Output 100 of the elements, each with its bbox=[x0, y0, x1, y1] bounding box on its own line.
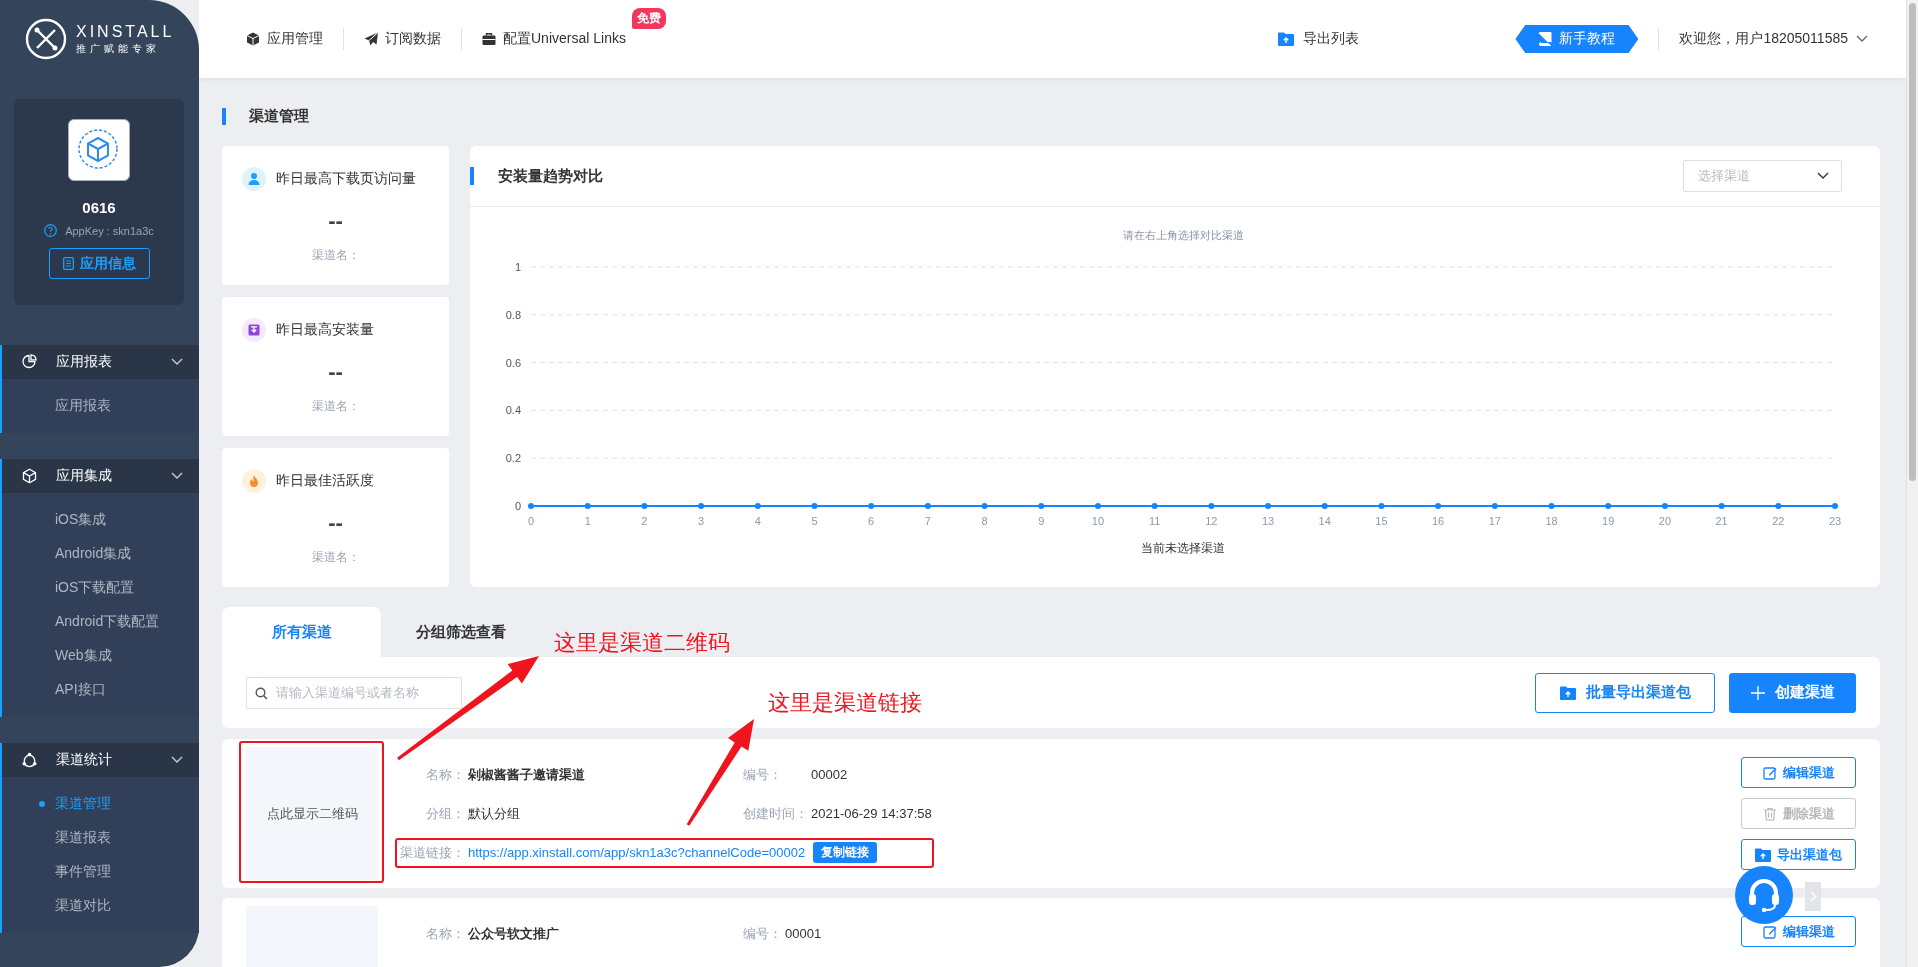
annotation-text: 这里是渠道链接 bbox=[768, 690, 922, 716]
chevron-down-icon bbox=[1817, 172, 1829, 180]
data-point bbox=[698, 503, 705, 509]
tab[interactable]: 所有渠道 bbox=[222, 607, 381, 657]
menu-item[interactable]: 渠道对比 bbox=[2, 889, 199, 923]
menu-group-header[interactable]: 渠道统计 bbox=[2, 743, 199, 777]
menu-item[interactable]: Web集成 bbox=[2, 639, 199, 673]
tab[interactable]: 分组筛选查看 bbox=[381, 607, 540, 657]
axis-label: 0.8 bbox=[505, 308, 521, 321]
field-label: 名称： bbox=[425, 765, 465, 784]
channel-link[interactable]: https://app.xinstall.com/app/skn1a3c?channelCode=00002 bbox=[465, 845, 806, 860]
collapse-handle[interactable] bbox=[1805, 882, 1821, 911]
axis-label: 0.4 bbox=[505, 404, 521, 417]
stat-title: 昨日最高安装量 bbox=[276, 321, 374, 339]
logo-icon bbox=[25, 18, 67, 60]
axis-title: 当前未选择渠道 bbox=[1141, 541, 1225, 555]
app-key: AppKey : skn1a3c bbox=[65, 224, 154, 237]
axis-label: 0 bbox=[514, 500, 521, 512]
nav-link[interactable]: 配置Universal Links bbox=[482, 30, 626, 48]
axis-label: 22 bbox=[1772, 515, 1785, 527]
user-menu[interactable]: 欢迎您，用户18205011585 bbox=[1679, 30, 1868, 48]
annotation-text: 这里是渠道二维码 bbox=[554, 630, 730, 656]
axis-label: 15 bbox=[1375, 515, 1388, 527]
data-point bbox=[1038, 503, 1045, 509]
menu-item[interactable]: API接口 bbox=[2, 673, 199, 707]
menu-item[interactable]: iOS下载配置 bbox=[2, 571, 199, 605]
field-value: 2021-06-29 14:37:58 bbox=[810, 805, 933, 823]
chart-title: 安装量趋势对比 bbox=[498, 166, 604, 186]
stat-channel-label: 渠道名： bbox=[310, 549, 361, 566]
axis-label: 12 bbox=[1205, 515, 1218, 527]
data-point bbox=[1661, 503, 1668, 509]
axis-label: 7 bbox=[924, 515, 931, 527]
edit-icon bbox=[1762, 765, 1777, 780]
menu-group-header[interactable]: 应用集成 bbox=[2, 459, 199, 493]
export-channel-button[interactable]: 导出渠道包 bbox=[1741, 839, 1856, 870]
data-point bbox=[1775, 503, 1782, 509]
axis-label: 21 bbox=[1715, 515, 1728, 527]
search-field[interactable]: 请输入渠道编号或者名称 bbox=[246, 676, 462, 709]
data-point bbox=[1435, 503, 1442, 509]
data-point bbox=[1094, 503, 1101, 509]
menu-item[interactable]: 应用报表 bbox=[2, 389, 199, 423]
data-point bbox=[1378, 503, 1385, 509]
pie-chart-icon bbox=[22, 354, 37, 370]
qr-code-area[interactable]: 点此显示二维码 bbox=[246, 747, 378, 880]
axis-label: 8 bbox=[981, 515, 988, 527]
data-point bbox=[1718, 503, 1725, 509]
menu-item[interactable]: Android集成 bbox=[2, 537, 199, 571]
field-value: 00002 bbox=[810, 766, 849, 784]
stat-channel-label: 渠道名： bbox=[310, 247, 361, 264]
export-list-link[interactable]: 导出列表 bbox=[1278, 30, 1360, 48]
folder-upload-icon bbox=[1278, 32, 1295, 46]
axis-label: 18 bbox=[1545, 515, 1558, 527]
chevron-right-icon bbox=[1809, 891, 1817, 902]
menu-item[interactable]: 渠道报表 bbox=[2, 821, 199, 855]
chart-subtitle: 请在右上角选择对比渠道 bbox=[1122, 229, 1244, 241]
menu-item[interactable]: iOS集成 bbox=[2, 503, 199, 537]
data-point bbox=[1548, 503, 1555, 509]
scrollbar[interactable] bbox=[1906, 0, 1918, 967]
data-point bbox=[754, 503, 761, 509]
axis-label: 1 bbox=[514, 261, 521, 273]
help-icon bbox=[44, 224, 58, 237]
nav-link[interactable]: 应用管理 bbox=[246, 30, 323, 48]
data-point bbox=[868, 503, 875, 509]
field-label: 创建时间： bbox=[743, 804, 808, 823]
copy-link-button[interactable]: 复制链接 bbox=[813, 842, 878, 863]
edit-channel-button[interactable]: 编辑渠道 bbox=[1741, 916, 1856, 947]
menu-item[interactable]: 渠道管理 bbox=[2, 787, 199, 821]
data-point bbox=[528, 503, 534, 509]
field-value: 公众号软文推广 bbox=[467, 924, 560, 943]
axis-label: 14 bbox=[1318, 515, 1331, 527]
folder-upload-icon bbox=[1755, 847, 1771, 862]
menu-item[interactable]: 事件管理 bbox=[2, 855, 199, 889]
edit-icon bbox=[1762, 924, 1777, 939]
axis-label: 11 bbox=[1148, 515, 1161, 527]
field-label: 编号： bbox=[743, 765, 783, 784]
nav-link[interactable]: 订阅数据 bbox=[364, 30, 441, 48]
axis-label: 19 bbox=[1602, 515, 1615, 527]
menu-item[interactable]: Android下载配置 bbox=[2, 605, 199, 639]
field-label: 编号： bbox=[743, 924, 782, 943]
create-button[interactable]: 创建渠道 bbox=[1729, 672, 1856, 713]
download-box-icon bbox=[247, 323, 261, 337]
data-point bbox=[811, 503, 818, 509]
data-point bbox=[1832, 503, 1838, 509]
edit-channel-button[interactable]: 编辑渠道 bbox=[1741, 757, 1856, 788]
menu-group-header[interactable]: 应用报表 bbox=[2, 345, 199, 379]
axis-label: 5 bbox=[811, 515, 818, 527]
plus-icon bbox=[1750, 685, 1765, 700]
axis-label: 16 bbox=[1432, 515, 1445, 527]
folder-upload-icon bbox=[1559, 685, 1576, 700]
export-button[interactable]: 批量导出渠道包 bbox=[1535, 672, 1715, 713]
tutorial-button[interactable]: 新手教程 bbox=[1515, 25, 1639, 53]
axis-label: 0 bbox=[527, 515, 535, 527]
chevron-down-icon bbox=[1856, 35, 1868, 43]
axis-label: 0.6 bbox=[505, 356, 521, 369]
cube-icon bbox=[246, 32, 260, 46]
axis-label: 3 bbox=[698, 515, 705, 527]
badge: 免费 bbox=[631, 8, 666, 29]
axis-label: 13 bbox=[1261, 515, 1275, 527]
app-name: 0616 bbox=[82, 199, 116, 216]
app-info-button[interactable]: 应用信息 bbox=[48, 248, 150, 279]
